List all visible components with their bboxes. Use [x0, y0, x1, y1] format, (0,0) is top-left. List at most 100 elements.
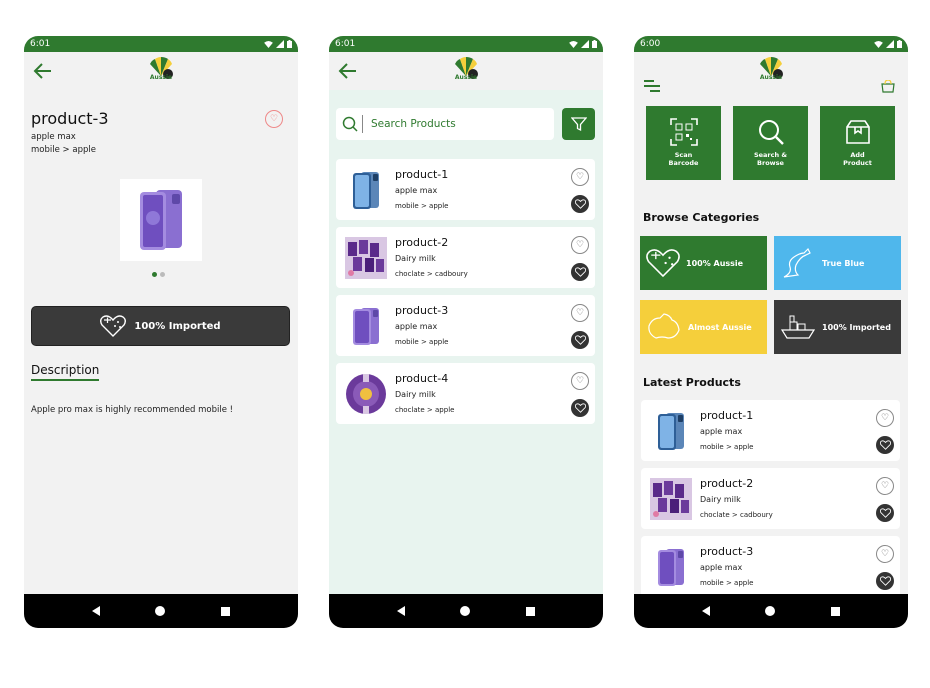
search-browse-button[interactable]: Search & Browse [733, 106, 808, 180]
product-card[interactable]: product-1 apple max mobile > apple ♡ [336, 159, 595, 220]
aussie-logo-icon [150, 57, 173, 79]
status-bar: 6:01 [329, 36, 603, 52]
nav-home-icon[interactable] [155, 606, 166, 616]
product-thumbnail [345, 169, 387, 211]
product-brand: apple max [395, 322, 438, 331]
app-bar: Aussie [634, 52, 908, 93]
heart-icon: ♡ [575, 376, 585, 386]
aussie-status-badge [876, 572, 894, 590]
favorite-button[interactable]: ♡ [876, 545, 894, 563]
description-text: Apple pro max is highly recommended mobi… [31, 405, 234, 415]
favorite-button[interactable]: ♡ [571, 236, 589, 254]
product-name: product-4 [395, 372, 449, 385]
product-brand: apple max [395, 186, 438, 195]
filter-button[interactable] [562, 108, 595, 140]
favorite-button[interactable]: ♡ [571, 168, 589, 186]
search-results-area: Search Products product-1 apple max mobi… [329, 90, 603, 594]
heart-icon: ♡ [269, 114, 279, 124]
latest-products-list[interactable]: product-1 apple max mobile > apple ♡ pro… [634, 396, 908, 594]
nav-recents-icon[interactable] [831, 606, 841, 616]
product-image [120, 179, 202, 261]
pager-dot[interactable] [152, 272, 157, 277]
search-icon [758, 120, 784, 146]
product-category: choclate > apple [395, 406, 455, 414]
nav-home-icon[interactable] [460, 606, 471, 616]
heart-icon: ♡ [575, 240, 585, 250]
add-product-button[interactable]: Add Product [820, 106, 895, 180]
product-brand: apple max [700, 563, 743, 572]
product-card[interactable]: product-3 apple max mobile > apple ♡ [336, 295, 595, 356]
category-100-imported[interactable]: 100% Imported [774, 300, 901, 354]
product-title: product-3 [31, 109, 109, 128]
cart-icon[interactable] [881, 80, 895, 93]
image-pager [152, 272, 165, 277]
category-100-aussie[interactable]: 100% Aussie [640, 236, 767, 290]
product-category: mobile > apple [700, 579, 754, 587]
favorite-button[interactable]: ♡ [876, 409, 894, 427]
nav-home-icon[interactable] [765, 606, 776, 616]
product-brand: Dairy milk [395, 390, 436, 399]
pager-dot[interactable] [160, 272, 165, 277]
favorite-button[interactable]: ♡ [876, 477, 894, 495]
product-card[interactable]: product-2 Dairy milk choclate > cadboury… [641, 468, 900, 529]
category-true-blue[interactable]: True Blue [774, 236, 901, 290]
aussie-heart-icon [879, 440, 891, 450]
product-thumbnail [345, 237, 387, 279]
system-nav-bar [329, 594, 603, 628]
favorite-button[interactable]: ♡ [265, 110, 283, 128]
australia-map-icon [648, 313, 680, 339]
chocolate-bouquet-icon [345, 237, 387, 279]
signal-icon [886, 40, 894, 48]
battery-icon [592, 40, 597, 48]
product-category: mobile > apple [395, 338, 449, 346]
description-title: Description [31, 363, 100, 381]
chocolate-bouquet-icon [650, 478, 692, 520]
favorite-button[interactable]: ♡ [571, 304, 589, 322]
product-name: product-1 [395, 168, 449, 181]
category-label: 100% Aussie [686, 258, 744, 268]
product-card[interactable]: product-2 Dairy milk choclate > cadboury… [336, 227, 595, 288]
qr-code-icon [669, 118, 698, 147]
aussie-heart-icon [646, 249, 680, 278]
phone-search-products: 6:01 Aussie Search Products product-1 ap… [329, 36, 603, 628]
nav-back-icon[interactable] [91, 606, 100, 616]
product-card[interactable]: product-3 apple max mobile > apple ♡ [641, 536, 900, 594]
aussie-status-badge [571, 331, 589, 349]
status-time: 6:01 [335, 39, 356, 49]
product-thumbnail [650, 546, 692, 588]
aussie-heart-icon [879, 576, 891, 586]
product-thumbnail [650, 410, 692, 452]
category-label: True Blue [822, 258, 865, 268]
product-name: product-3 [395, 304, 449, 317]
box-icon [845, 120, 870, 145]
scan-barcode-button[interactable]: Scan Barcode [646, 106, 721, 180]
search-input[interactable]: Search Products [336, 108, 554, 140]
product-category: mobile > apple [31, 145, 96, 155]
logo-text: Aussie [149, 74, 173, 81]
product-thumbnail [345, 373, 387, 415]
system-nav-bar [24, 594, 298, 628]
status-bar: 6:00 [634, 36, 908, 52]
search-icon [342, 116, 358, 132]
imported-label: 100% Imported [134, 320, 221, 332]
cargo-ship-icon [780, 315, 816, 339]
nav-recents-icon[interactable] [221, 606, 231, 616]
product-card[interactable]: product-4 Dairy milk choclate > apple ♡ [336, 363, 595, 424]
battery-icon [897, 40, 902, 48]
system-nav-bar [634, 594, 908, 628]
favorite-button[interactable]: ♡ [571, 372, 589, 390]
product-category: mobile > apple [700, 443, 754, 451]
back-arrow-icon[interactable] [33, 62, 53, 80]
imported-badge[interactable]: 100% Imported [31, 306, 290, 346]
aussie-heart-icon [574, 403, 586, 413]
nav-recents-icon[interactable] [526, 606, 536, 616]
chocolate-bouquet-icon [346, 374, 386, 414]
nav-back-icon[interactable] [396, 606, 405, 616]
product-brand: apple max [700, 427, 743, 436]
category-almost-aussie[interactable]: Almost Aussie [640, 300, 767, 354]
product-brand: Dairy milk [395, 254, 436, 263]
nav-back-icon[interactable] [701, 606, 710, 616]
product-card[interactable]: product-1 apple max mobile > apple ♡ [641, 400, 900, 461]
menu-icon[interactable] [643, 79, 661, 93]
back-arrow-icon[interactable] [338, 62, 358, 80]
